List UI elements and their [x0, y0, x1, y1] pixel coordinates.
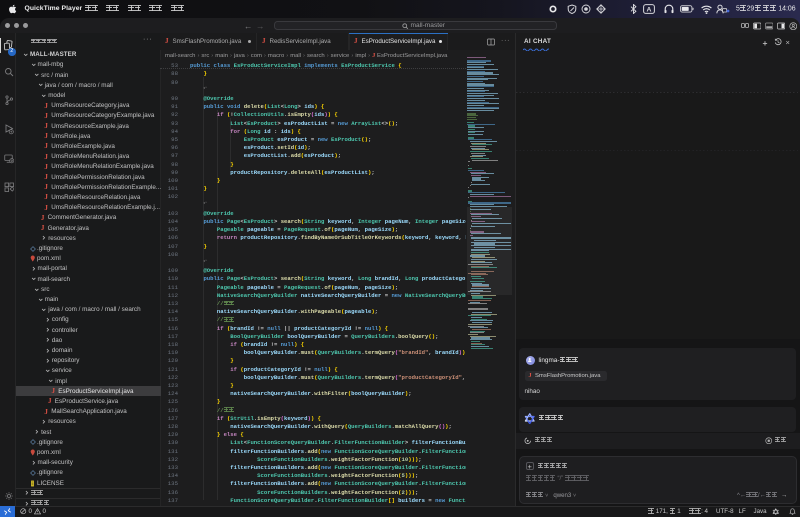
svg-text:A: A [647, 7, 652, 14]
